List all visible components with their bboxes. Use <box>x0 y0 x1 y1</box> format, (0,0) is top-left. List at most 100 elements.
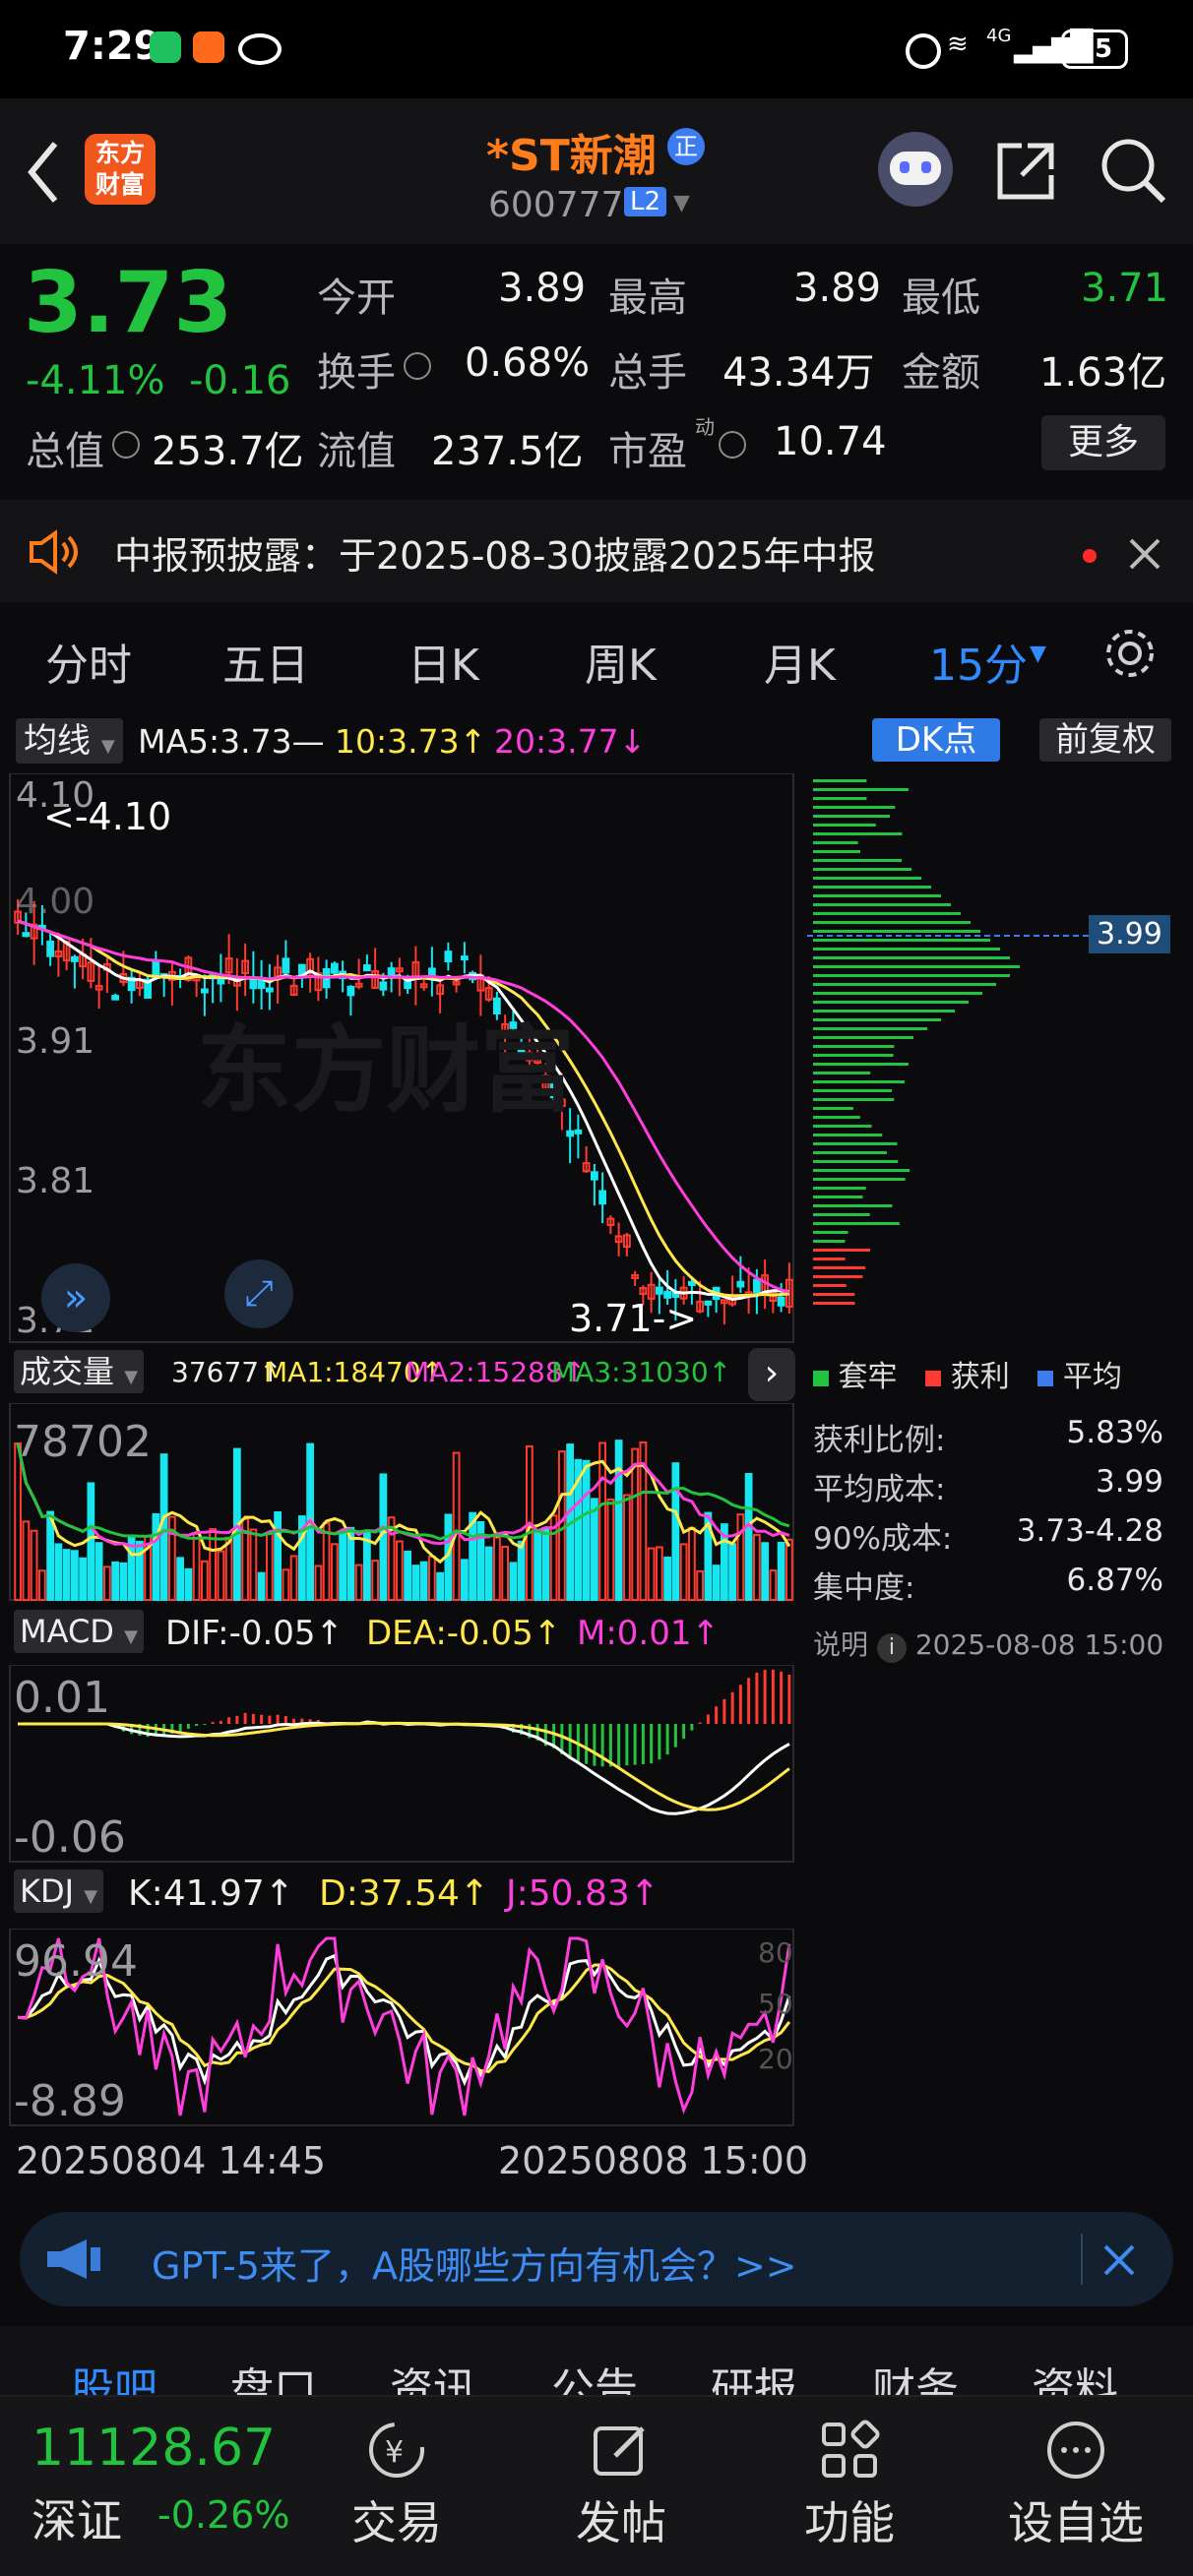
chip-bar <box>813 1187 866 1190</box>
low-value: 3.71 <box>1081 266 1169 311</box>
candle-body <box>387 967 396 976</box>
volume-bar <box>54 1543 63 1601</box>
ad-banner[interactable]: GPT-5来了，A股哪些方向有机会？>> <box>20 2212 1173 2306</box>
chip-bar <box>813 832 903 835</box>
nav-trade[interactable]: ¥ 交易 <box>323 2419 471 2552</box>
candle-body <box>200 988 209 994</box>
chip-bar <box>813 779 867 782</box>
chevron-right-icon[interactable]: › <box>748 1348 795 1401</box>
chevron-down-icon[interactable]: ▼ <box>673 191 690 215</box>
candle-body <box>330 962 339 974</box>
tab-15min[interactable]: 15分 <box>929 630 1028 693</box>
candle-body <box>598 1190 607 1205</box>
expand-right-icon[interactable]: » <box>41 1263 110 1332</box>
chip-bar <box>813 903 951 906</box>
back-icon[interactable] <box>24 138 63 207</box>
info-icon[interactable] <box>404 352 431 380</box>
chip-bar <box>813 974 1010 977</box>
chip-bar <box>813 1284 847 1287</box>
chip-bar <box>813 1293 855 1296</box>
candle-body <box>655 1286 663 1295</box>
nav-functions[interactable]: 功能 <box>776 2419 923 2552</box>
volume-bar <box>541 1526 550 1601</box>
candle-body <box>687 1280 696 1286</box>
kdj-k: K:41.97↑ <box>128 1873 294 1914</box>
volume-indicator-select[interactable]: 成交量 ▼ <box>14 1350 145 1393</box>
chip-bar <box>813 1257 846 1260</box>
candle-body <box>379 981 388 991</box>
level2-badge[interactable]: L2 <box>624 187 667 216</box>
adjust-button[interactable]: 前复权 <box>1039 718 1171 762</box>
volume-bar <box>184 1567 193 1602</box>
candle-body <box>704 1300 713 1306</box>
kdj-d: D:37.54↑ <box>319 1873 490 1914</box>
volume-bar <box>761 1542 770 1601</box>
volume-bar <box>70 1550 79 1601</box>
search-icon[interactable] <box>1099 136 1169 207</box>
chip-bar <box>813 921 971 924</box>
kdj-j: J:50.83↑ <box>506 1873 659 1914</box>
candle-body <box>111 995 120 1001</box>
robot-assistant-icon[interactable] <box>878 132 953 207</box>
volume-bar <box>94 1542 103 1602</box>
settings-gear-icon[interactable] <box>1102 626 1158 681</box>
kdj-level-80: 80 <box>758 1936 793 1969</box>
low-label: 最低 <box>902 276 980 321</box>
mktcap-value: 253.7亿 <box>152 429 304 474</box>
kdj-indicator-select[interactable]: KDJ ▼ <box>14 1870 104 1913</box>
chip-bar <box>813 859 902 862</box>
chip-bar <box>813 1018 941 1021</box>
volume-bar <box>404 1550 412 1601</box>
low-marker: 3.71-> <box>569 1297 698 1340</box>
app-header: 东方 财富 *ST新潮 正 600777 L2 ▼ <box>0 98 1193 244</box>
chip-bar <box>813 1151 887 1154</box>
nav-post[interactable]: 发帖 <box>547 2419 695 2552</box>
volume-bar <box>484 1546 493 1601</box>
chip-bar <box>813 1001 969 1004</box>
notice-bar[interactable]: 中报预披露：于2025-08-30披露2025年中报 <box>0 500 1193 602</box>
chip-bar <box>813 877 921 880</box>
tab-monthly-k[interactable]: 月K <box>764 630 836 693</box>
candle-body <box>22 932 31 938</box>
more-button[interactable]: 更多 <box>1041 415 1165 470</box>
close-icon[interactable] <box>1128 537 1162 571</box>
network-type: 4G <box>986 26 1012 46</box>
profit-ratio: 获利比例: 5.83% <box>813 1415 1163 1458</box>
tab-daily-k[interactable]: 日K <box>408 630 479 693</box>
candle-body <box>362 964 371 972</box>
info-icon[interactable] <box>112 431 140 459</box>
macd-dea: DEA:-0.05↑ <box>366 1614 562 1653</box>
wechat-icon <box>150 31 181 63</box>
dk-point-button[interactable]: DK点 <box>872 718 1000 762</box>
edit-icon <box>594 2426 645 2476</box>
volume-bar <box>152 1512 160 1601</box>
chip-bar <box>813 1231 848 1234</box>
chip-bar <box>813 1054 894 1057</box>
macd-indicator-select[interactable]: MACD ▼ <box>14 1610 144 1653</box>
chevron-down-icon[interactable]: ▼ <box>1030 642 1046 666</box>
tab-timeshare[interactable]: 分时 <box>45 630 132 693</box>
fullscreen-icon[interactable]: ⤢ <box>224 1259 293 1328</box>
index-value[interactable]: 11128.67 <box>31 2419 276 2478</box>
chip-bar <box>813 939 990 942</box>
indicator-select[interactable]: 均线 ▼ <box>16 718 123 764</box>
volume-bar <box>419 1561 428 1601</box>
index-name[interactable]: 深证 <box>31 2485 122 2550</box>
close-icon[interactable] <box>1102 2243 1136 2277</box>
battery-icon: 85 <box>1061 30 1128 69</box>
pe-label: 市盈 <box>608 429 687 474</box>
nav-add-watchlist[interactable]: 设自选 <box>1002 2419 1150 2552</box>
info-icon[interactable] <box>719 431 746 459</box>
volume-bar <box>79 1557 88 1601</box>
chip-bar <box>813 850 861 853</box>
macd-dif: DIF:-0.05↑ <box>165 1614 345 1653</box>
chip-distribution-chart <box>807 779 1102 1305</box>
amount-label: 金额 <box>902 350 980 396</box>
share-icon[interactable] <box>994 140 1057 203</box>
tab-weekly-k[interactable]: 周K <box>585 630 657 693</box>
volume-value: 43.34万 <box>722 350 875 396</box>
unread-dot <box>1083 549 1097 563</box>
clock: 7:29 <box>63 24 161 69</box>
tab-five-day[interactable]: 五日 <box>222 630 309 693</box>
candle-body <box>566 1130 575 1137</box>
